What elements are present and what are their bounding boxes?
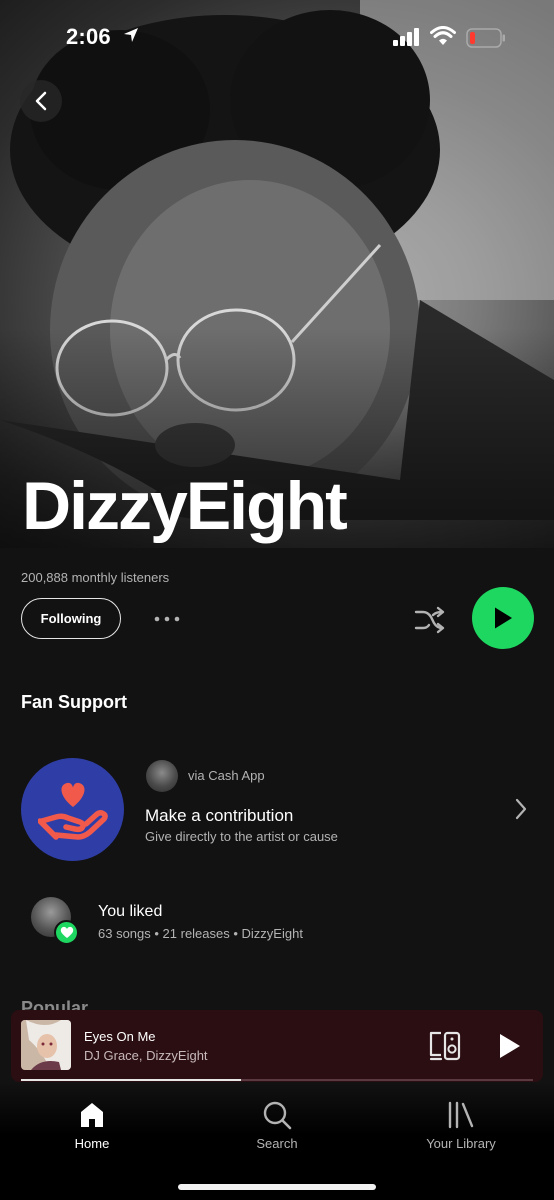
nav-library-label: Your Library xyxy=(426,1136,496,1151)
nav-library[interactable]: Your Library xyxy=(401,1100,521,1160)
play-button[interactable] xyxy=(472,587,534,649)
track-artwork xyxy=(21,1020,71,1070)
wifi-icon xyxy=(430,26,456,45)
artist-name: DizzyEight xyxy=(22,468,348,544)
track-artists: DJ Grace, DizzyEight xyxy=(84,1048,208,1063)
track-title: Eyes On Me xyxy=(84,1029,156,1044)
nav-home-label: Home xyxy=(74,1136,110,1151)
nav-search[interactable]: Search xyxy=(217,1100,337,1160)
liked-songs-row[interactable]: You liked 63 songs • 21 releases • Dizzy… xyxy=(0,893,554,953)
fan-support-heading: Fan Support xyxy=(21,692,127,712)
mini-player[interactable]: Eyes On Me DJ Grace, DizzyEight xyxy=(11,1010,543,1082)
battery-icon xyxy=(466,28,505,48)
liked-subtitle: 63 songs • 21 releases • DizzyEight xyxy=(98,926,303,941)
status-time: 2:06 xyxy=(66,24,111,49)
home-icon xyxy=(81,1103,103,1127)
heart-icon xyxy=(54,920,79,945)
nav-home[interactable]: Home xyxy=(32,1100,152,1160)
playback-progress-track[interactable] xyxy=(21,1079,533,1081)
status-bar: 2:06 xyxy=(0,0,554,70)
artist-avatar xyxy=(146,760,178,792)
more-horizontal-icon xyxy=(154,616,180,622)
chevron-right-icon xyxy=(515,798,527,820)
shuffle-icon[interactable] xyxy=(412,602,448,638)
cellular-signal-icon xyxy=(393,28,419,46)
bottom-navigation: Home Search Your Library xyxy=(0,1082,554,1200)
nav-search-label: Search xyxy=(256,1136,298,1151)
follow-button[interactable]: Following xyxy=(21,598,121,639)
contribution-card[interactable]: via Cash App Make a contribution Give di… xyxy=(0,748,554,861)
chevron-left-icon xyxy=(35,91,47,111)
monthly-listeners: 200,888 monthly listeners xyxy=(21,570,170,585)
liked-title: You liked xyxy=(98,903,163,920)
contribution-subtitle: Give directly to the artist or cause xyxy=(145,829,338,844)
library-icon xyxy=(448,1101,474,1129)
via-cash-app: via Cash App xyxy=(188,768,265,783)
contribution-title: Make a contribution xyxy=(145,806,294,825)
heart-hand-icon xyxy=(37,782,108,840)
location-arrow-icon xyxy=(124,28,138,42)
search-icon xyxy=(263,1101,292,1130)
play-icon xyxy=(495,607,512,629)
playback-progress-fill xyxy=(21,1079,242,1081)
more-options-button[interactable] xyxy=(150,608,184,630)
home-indicator xyxy=(178,1184,376,1190)
connect-device-icon[interactable] xyxy=(428,1030,462,1062)
play-icon[interactable] xyxy=(497,1032,523,1060)
contribution-artwork xyxy=(21,758,124,861)
back-button[interactable] xyxy=(20,80,62,122)
